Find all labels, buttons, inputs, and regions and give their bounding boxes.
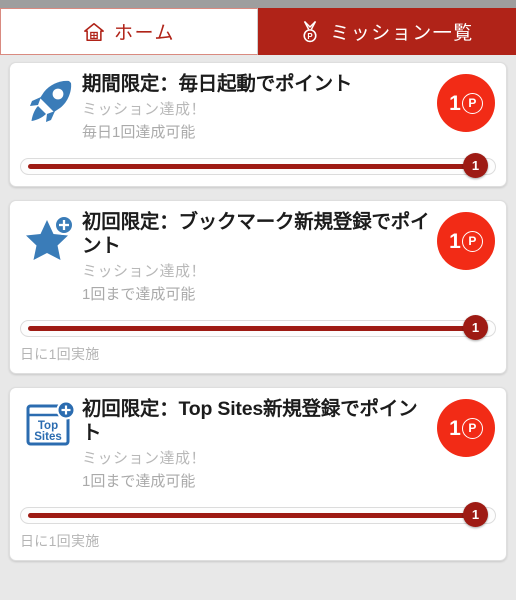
mission-footnote: 日に1回実施 xyxy=(20,346,100,363)
points-value: 1 xyxy=(449,91,461,115)
points-badge: 1 P xyxy=(437,399,495,458)
mission-title: 初回限定：ブックマーク新規登録でポイント xyxy=(82,211,430,258)
progress-fill xyxy=(28,326,474,332)
mission-card-header: Top Sites 初回限定：Top Sites新規登録でポイント ミッション達… xyxy=(20,398,496,492)
mission-title: 初回限定：Top Sites新規登録でポイント xyxy=(82,398,418,445)
svg-text:P: P xyxy=(308,31,313,40)
points-unit: P xyxy=(461,230,483,252)
points-unit: P xyxy=(461,92,483,114)
mission-progress[interactable]: 1 xyxy=(20,315,496,341)
tab-mission-list[interactable]: P ミッション一覧 xyxy=(258,8,516,55)
mission-card-list: 期間限定：毎日起動でポイント ミッション達成！ 毎日1回達成可能 1 P 1 初… xyxy=(0,55,516,562)
mission-status: ミッション達成！ xyxy=(82,449,207,467)
points-unit: P xyxy=(461,417,483,439)
mission-progress[interactable]: 1 xyxy=(20,502,496,528)
progress-fill xyxy=(28,513,474,519)
mission-card[interactable]: 初回限定：ブックマーク新規登録でポイント ミッション達成！ 1回まで達成可能 1… xyxy=(9,200,507,375)
home-icon xyxy=(83,21,105,43)
mission-title: 期間限定：毎日起動でポイント xyxy=(82,73,353,95)
points-value: 1 xyxy=(449,416,461,440)
mission-card-header: 初回限定：ブックマーク新規登録でポイント ミッション達成！ 1回まで達成可能 1… xyxy=(20,211,496,305)
mission-card-text: 初回限定：ブックマーク新規登録でポイント ミッション達成！ 1回まで達成可能 xyxy=(82,211,437,305)
points-value: 1 xyxy=(449,229,461,253)
points-badge: 1 P xyxy=(437,212,495,271)
tab-home[interactable]: ホーム xyxy=(0,8,258,55)
top-sites-label-line2: Sites xyxy=(34,431,62,443)
tab-home-label: ホーム xyxy=(114,23,175,44)
mission-card[interactable]: Top Sites 初回限定：Top Sites新規登録でポイント ミッション達… xyxy=(9,387,507,562)
mission-card[interactable]: 期間限定：毎日起動でポイント ミッション達成！ 毎日1回達成可能 1 P 1 xyxy=(9,62,507,188)
star-plus-icon xyxy=(20,211,82,265)
mission-footnote: 日に1回実施 xyxy=(20,533,100,550)
mission-status: ミッション達成！ xyxy=(82,100,207,118)
mission-card-text: 初回限定：Top Sites新規登録でポイント ミッション達成！ 1回まで達成可… xyxy=(82,398,437,492)
top-sites-icon: Top Sites xyxy=(20,398,82,452)
medal-icon: P xyxy=(299,20,321,44)
status-bar-strip xyxy=(0,0,516,8)
tab-bar: ホーム P ミッション一覧 xyxy=(0,8,516,55)
rocket-icon xyxy=(20,73,82,127)
mission-limit: 毎日1回達成可能 xyxy=(82,123,196,141)
mission-status: ミッション達成！ xyxy=(82,262,207,280)
mission-card-header: 期間限定：毎日起動でポイント ミッション達成！ 毎日1回達成可能 1 P xyxy=(20,73,496,143)
points-badge: 1 P xyxy=(437,74,495,132)
mission-card-text: 期間限定：毎日起動でポイント ミッション達成！ 毎日1回達成可能 xyxy=(82,73,437,143)
mission-limit: 1回まで達成可能 xyxy=(82,472,196,490)
mission-progress[interactable]: 1 xyxy=(20,153,496,179)
progress-fill xyxy=(28,164,474,170)
tab-mission-list-label: ミッション一覧 xyxy=(330,23,474,44)
mission-limit: 1回まで達成可能 xyxy=(82,285,196,303)
